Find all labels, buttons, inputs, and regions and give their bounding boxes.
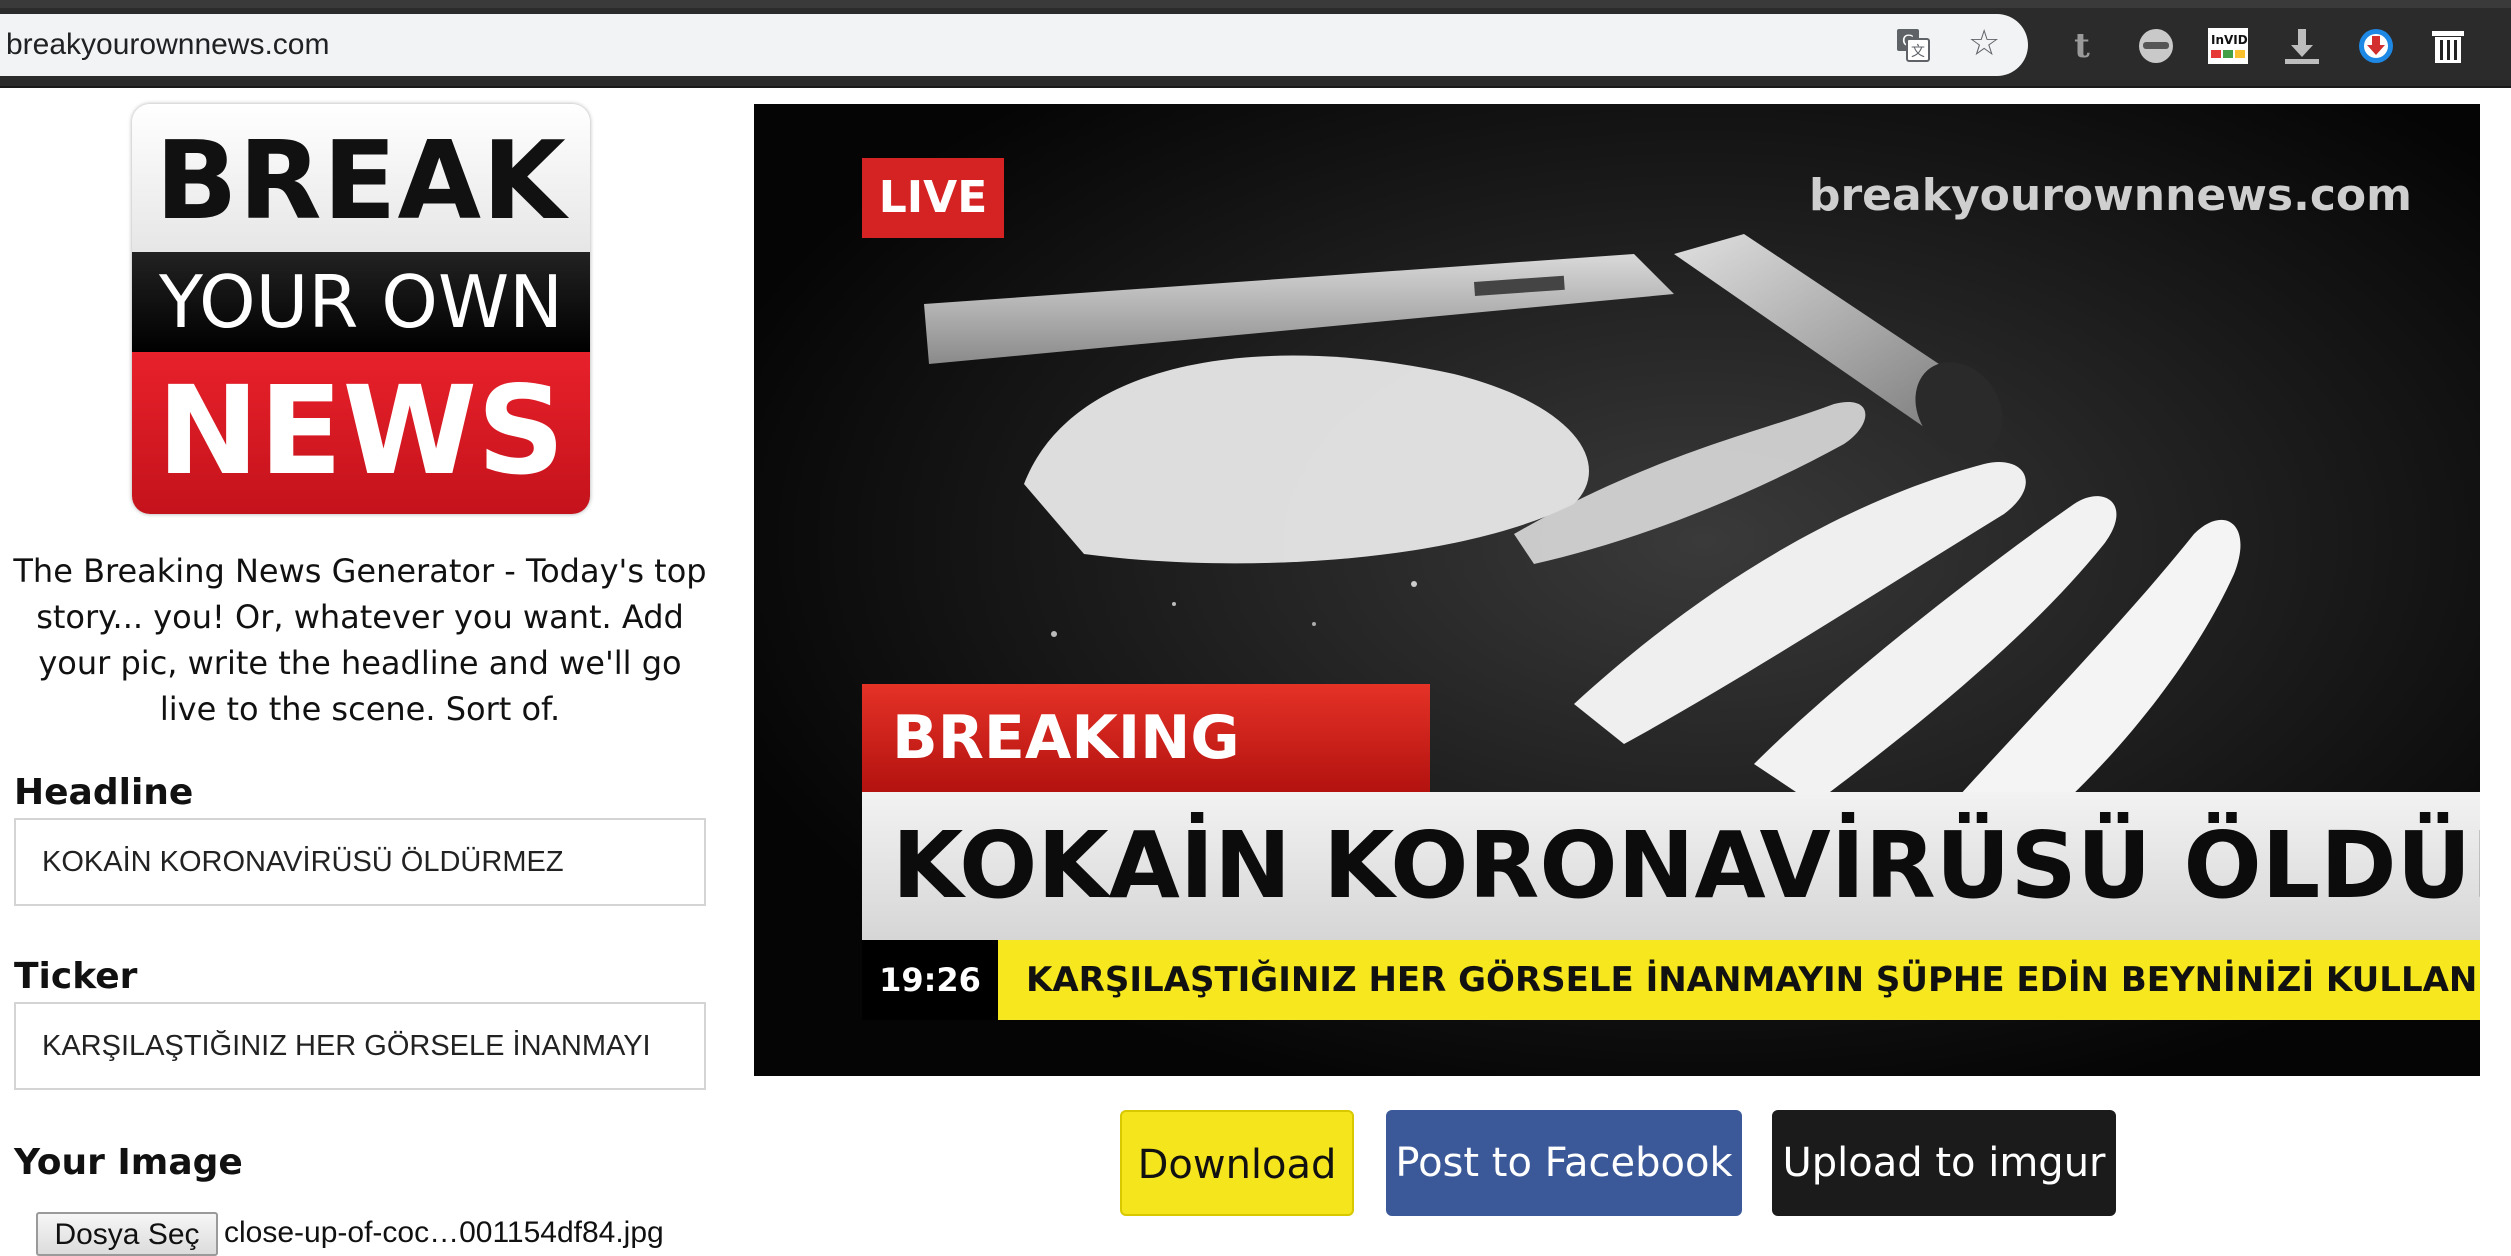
address-bar[interactable]: breakyourownnews.com G 文 ☆ [0,14,2028,76]
headline-label: Headline [14,772,194,813]
ticker-label: Ticker [14,956,138,997]
logo-word-break: BREAK [155,119,567,244]
tumblr-icon[interactable]: t [2062,26,2102,66]
preview-watermark: breakyourownnews.com [1808,170,2412,221]
svg-text:文: 文 [1911,44,1925,60]
preview-ticker: KARŞILAŞTIĞINIZ HER GÖRSELE İNANMAYIN ŞÜ… [1026,960,2480,1000]
breaking-news-tag: BREAKING NEWS [862,684,1430,881]
news-preview: LIVE breakyourownnews.com BREAKING NEWS … [754,104,2480,1076]
image-label: Your Image [14,1142,243,1183]
trash-icon[interactable] [2428,26,2468,66]
logo-word-your-own: YOUR OWN [158,260,564,344]
download-button[interactable]: Download [1120,1110,1354,1216]
url-text[interactable]: breakyourownnews.com [6,28,329,62]
headline-field[interactable] [14,818,706,906]
video-downloader-icon[interactable] [2356,26,2396,66]
svg-text:InVID: InVID [2211,33,2248,47]
logo-word-news: NEWS [157,360,565,502]
live-badge: LIVE [862,158,1004,238]
post-to-facebook-button[interactable]: Post to Facebook [1386,1110,1742,1216]
upload-to-imgur-button[interactable]: Upload to imgur [1772,1110,2116,1216]
toolbar-divider [0,86,2511,88]
translate-icon[interactable]: G 文 [1896,28,1930,62]
chosen-file-name: close-up-of-coc…001154df84.jpg [224,1216,664,1249]
site-logo[interactable]: BREAK YOUR OWN NEWS [132,104,590,514]
intro-text: The Breaking News Generator - Today's to… [13,552,707,728]
download-icon[interactable] [2282,26,2322,66]
ticker-clock: 19:26 [862,940,998,1020]
choose-file-button[interactable]: Dosya Seç [36,1212,218,1256]
ticker-input[interactable] [16,1004,692,1088]
preview-headline: KOKAİN KORONAVİRÜSÜ ÖLDÜRMEZ [892,812,2480,919]
ticker-bar: KARŞILAŞTIĞINIZ HER GÖRSELE İNANMAYIN ŞÜ… [998,940,2480,1020]
headline-bar: KOKAİN KORONAVİRÜSÜ ÖLDÜRMEZ [862,792,2480,940]
headline-input[interactable] [16,820,692,904]
invid-icon[interactable]: InVID [2208,26,2248,66]
bookmark-star-icon[interactable]: ☆ [1968,26,2000,62]
spy-icon[interactable] [2136,26,2176,66]
ticker-field[interactable] [14,1002,706,1090]
